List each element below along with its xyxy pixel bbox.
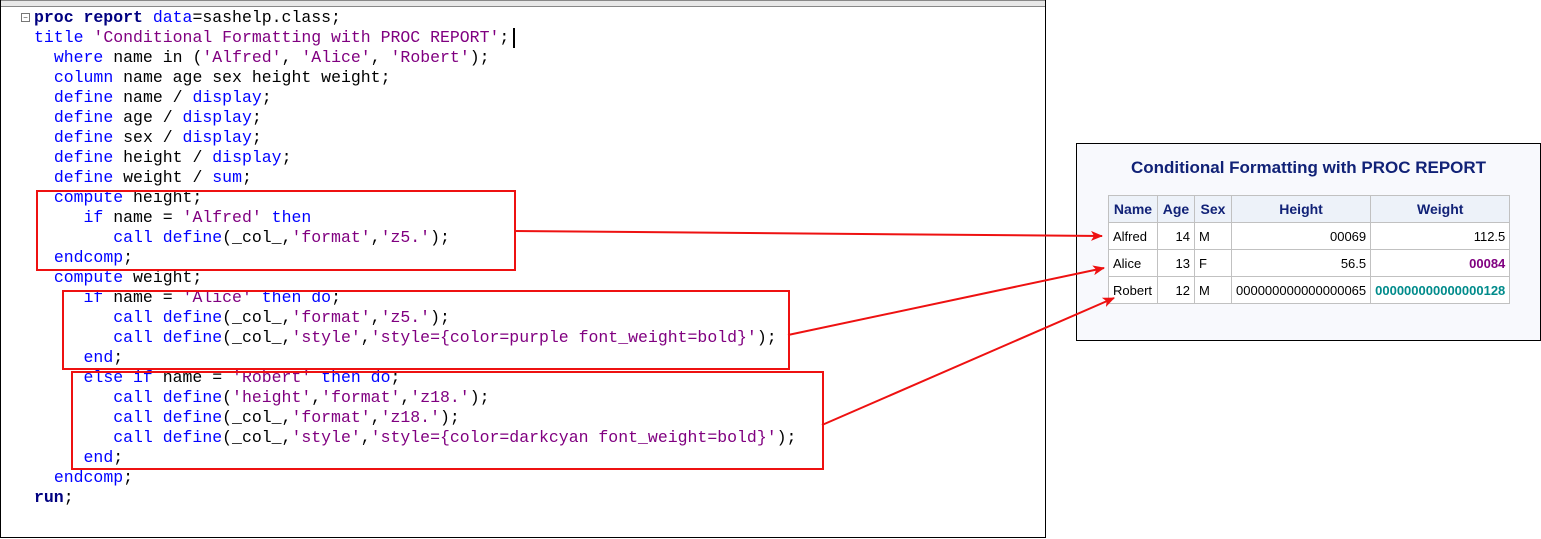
annotation-arrows	[513, 230, 1115, 426]
arrow-alice	[787, 265, 1105, 336]
arrow-alfred	[513, 230, 1103, 241]
arrow-robert	[821, 297, 1115, 426]
